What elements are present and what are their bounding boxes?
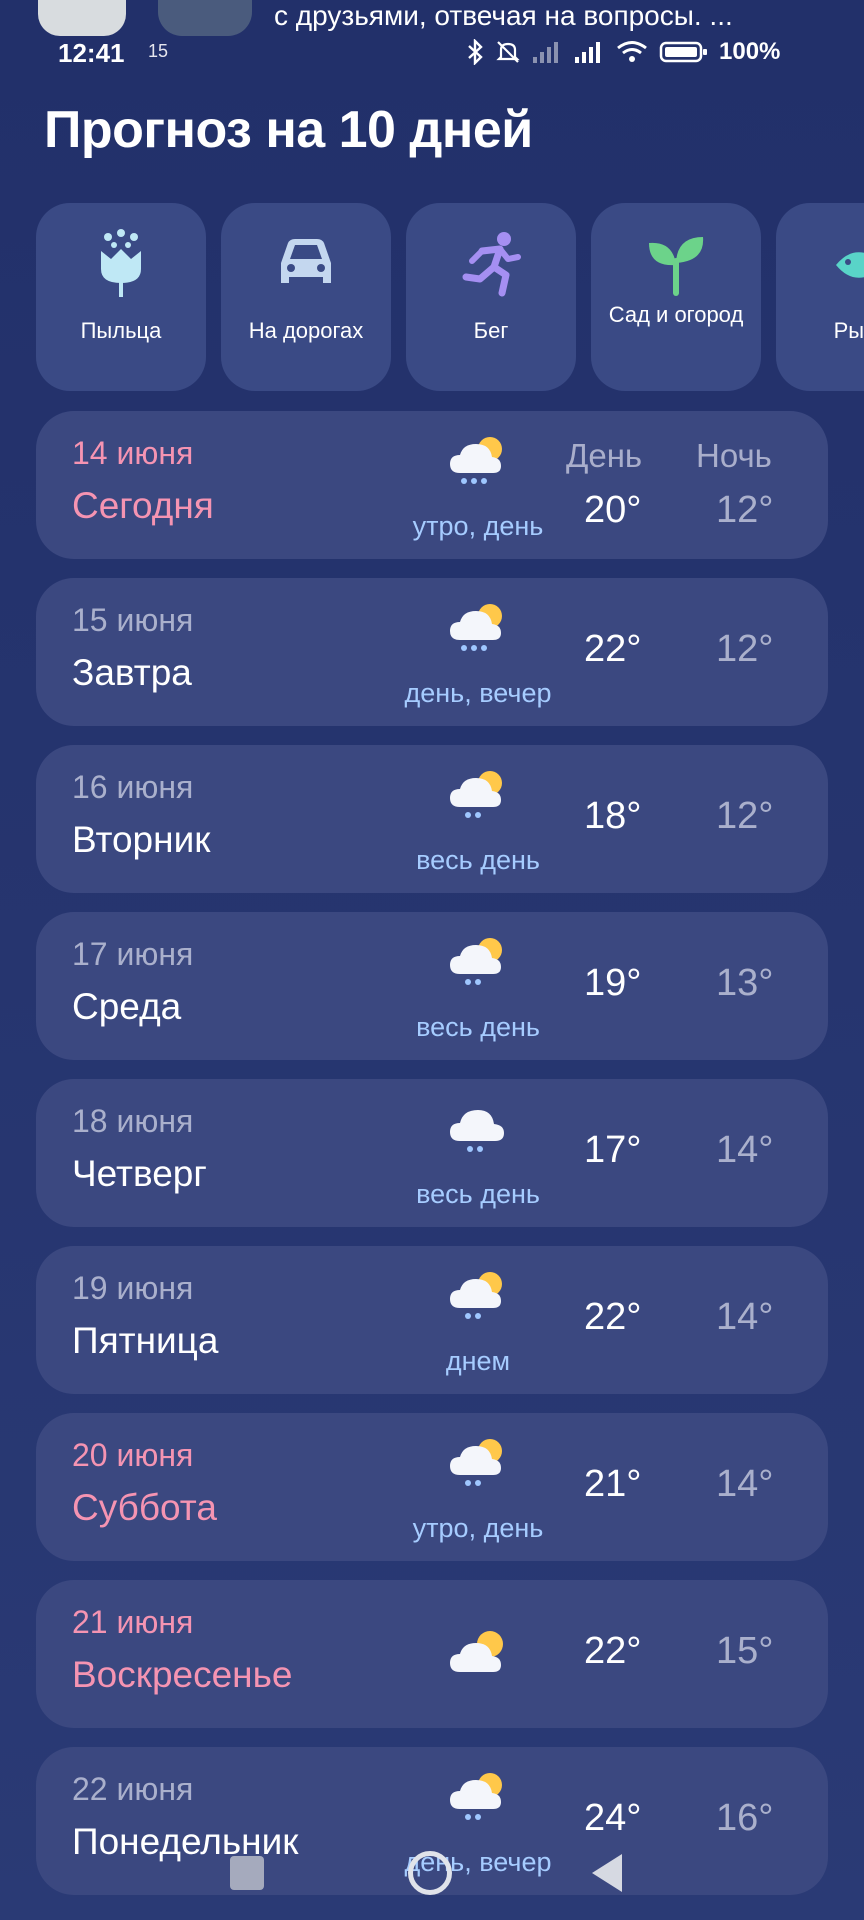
day-date: 20 июня <box>72 1437 194 1473</box>
day-date: 19 июня <box>72 1270 194 1306</box>
forecast-day-row[interactable]: 19 июня Пятница днем 22° 14° <box>36 1246 828 1394</box>
tile-garden[interactable]: Сад и огород <box>591 203 761 391</box>
day-temperature: 22° <box>584 1630 642 1672</box>
tile-roads[interactable]: На дорогах <box>221 203 391 391</box>
column-header-night: Ночь <box>696 437 772 474</box>
night-temperature: 14° <box>716 1296 774 1338</box>
tile-running[interactable]: Бег <box>406 203 576 391</box>
tile-label: Бег <box>473 318 509 343</box>
day-date: 21 июня <box>72 1604 194 1640</box>
day-name: Воскресенье <box>72 1654 293 1695</box>
mute-icon <box>496 41 520 63</box>
status-small-indicator: 15 <box>148 41 169 61</box>
night-temperature: 13° <box>716 962 774 1004</box>
day-date: 17 июня <box>72 936 194 972</box>
forecast-day-row[interactable]: 18 июня Четверг весь день 17° 14° <box>36 1079 828 1227</box>
precipitation-period: весь день <box>416 845 540 875</box>
sprout-icon <box>649 237 704 296</box>
cloud-sun-rain-icon <box>450 1439 502 1486</box>
night-temperature: 16° <box>716 1797 774 1839</box>
day-name: Вторник <box>72 819 211 860</box>
night-temperature: 14° <box>716 1463 774 1505</box>
forecast-day-row[interactable]: 16 июня Вторник весь день 18° 12° <box>36 745 828 893</box>
day-name: Завтра <box>72 652 192 693</box>
forecast-day-row[interactable]: 14 июня Сегодня утро, день День Ночь 20°… <box>36 411 828 559</box>
activity-tiles[interactable]: Пыльца На дорогах Бег Сад и огород Ры <box>36 203 864 391</box>
cloud-sun-rain-icon <box>450 771 502 818</box>
system-navigation-bar <box>0 1838 864 1898</box>
status-bar: 12:41 15 100% <box>0 36 864 68</box>
back-button[interactable] <box>592 1854 622 1892</box>
day-name: Сегодня <box>72 485 214 526</box>
precipitation-period: днем <box>445 1346 511 1376</box>
day-temperature: 22° <box>584 1296 642 1338</box>
tile-label: Рыба <box>833 318 864 343</box>
bluetooth-icon <box>468 39 483 65</box>
night-temperature: 12° <box>716 795 774 837</box>
notification-banner[interactable]: с друзьями, отвечая на вопросы. ... <box>0 0 864 40</box>
runner-icon <box>462 232 521 297</box>
precipitation-period: день, вечер <box>404 678 552 708</box>
notification-avatar <box>158 0 252 36</box>
tile-pollen[interactable]: Пыльца <box>36 203 206 391</box>
day-name: Среда <box>72 986 182 1027</box>
forecast-day-row[interactable]: 17 июня Среда весь день 19° 13° <box>36 912 828 1060</box>
status-icons: 100% <box>465 38 780 66</box>
night-temperature: 14° <box>716 1129 774 1171</box>
precipitation-period: весь день <box>416 1179 540 1209</box>
precipitation-period: утро, день <box>412 1513 544 1543</box>
day-name: Четверг <box>72 1153 207 1194</box>
day-date: 14 июня <box>72 435 194 471</box>
cloud-rain-icon <box>450 1110 504 1152</box>
tile-label: Пыльца <box>80 318 162 343</box>
forecast-day-row[interactable]: 15 июня Завтра день, вечер 22° 12° <box>36 578 828 726</box>
battery-percent: 100% <box>719 38 781 65</box>
page-title: Прогноз на 10 дней <box>44 101 533 159</box>
day-date: 22 июня <box>72 1771 194 1807</box>
day-date: 18 июня <box>72 1103 194 1139</box>
signal-icon-2 <box>575 42 600 63</box>
day-temperature: 22° <box>584 628 642 670</box>
cloud-sun-rain-icon <box>450 938 502 985</box>
cloud-sun-rain-icon <box>450 437 502 484</box>
cloud-sun-icon <box>450 1631 503 1672</box>
day-date: 16 июня <box>72 769 194 805</box>
night-temperature: 12° <box>716 489 774 531</box>
status-time: 12:41 <box>58 38 125 68</box>
home-button[interactable] <box>408 1851 452 1895</box>
column-header-day: День <box>566 437 643 474</box>
day-temperature: 24° <box>584 1797 642 1839</box>
pollen-flower-icon <box>101 229 141 297</box>
notification-image <box>38 0 126 36</box>
forecast-day-row[interactable]: 20 июня Суббота утро, день 21° 14° <box>36 1413 828 1561</box>
night-temperature: 15° <box>716 1630 774 1672</box>
day-temperature: 17° <box>584 1129 642 1171</box>
recent-apps-button[interactable] <box>230 1856 264 1890</box>
day-temperature: 19° <box>584 962 642 1004</box>
precipitation-period: весь день <box>416 1012 540 1042</box>
battery-icon <box>659 41 707 63</box>
forecast-day-row[interactable]: 21 июня Воскресенье 22° 15° <box>36 1580 828 1728</box>
day-temperature: 20° <box>584 489 642 531</box>
tile-label: Сад и огород <box>608 302 744 327</box>
notification-text: с друзьями, отвечая на вопросы. ... <box>274 0 733 31</box>
tile-label: На дорогах <box>248 318 364 343</box>
night-temperature: 12° <box>716 628 774 670</box>
cloud-sun-rain-icon <box>450 604 502 651</box>
day-temperature: 18° <box>584 795 642 837</box>
signal-icon <box>533 42 558 63</box>
cloud-sun-rain-icon <box>450 1272 502 1319</box>
wifi-icon <box>617 41 647 62</box>
day-name: Пятница <box>72 1320 219 1361</box>
cloud-sun-rain-icon <box>450 1773 502 1820</box>
fish-icon <box>836 252 864 278</box>
day-name: Суббота <box>72 1487 217 1528</box>
day-temperature: 21° <box>584 1463 642 1505</box>
car-icon <box>281 239 331 283</box>
precipitation-period: утро, день <box>412 511 544 541</box>
day-date: 15 июня <box>72 602 194 638</box>
tile-fishing[interactable]: Рыба <box>776 203 864 391</box>
